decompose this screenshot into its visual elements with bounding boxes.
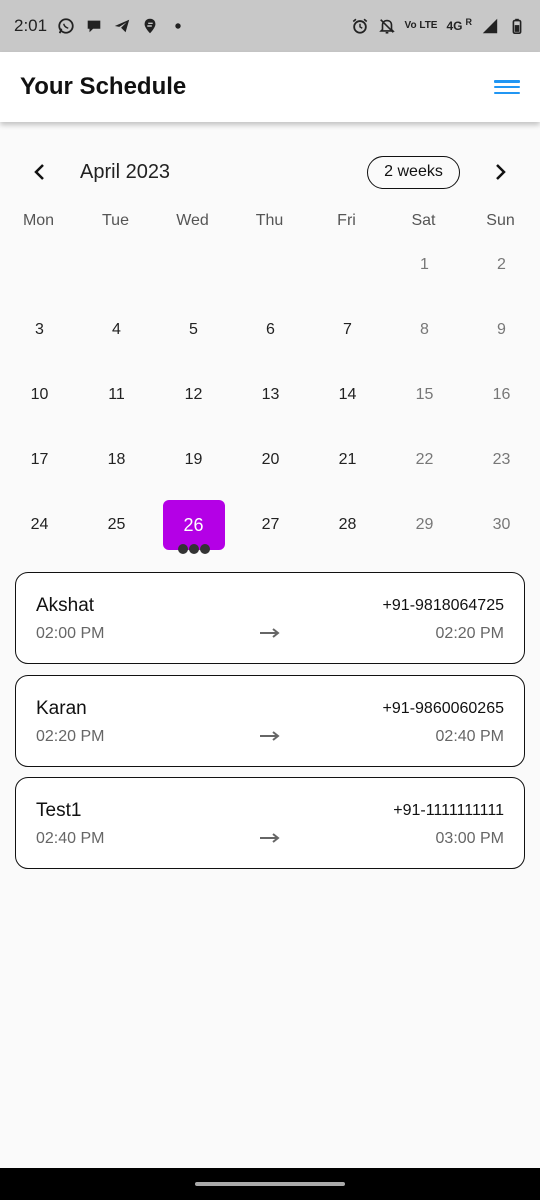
status-time: 2:01 (14, 16, 48, 35)
calendar-day[interactable]: 21 (317, 435, 379, 485)
appointment-name: Test1 (36, 800, 82, 821)
appointment-card[interactable]: Akshat +91-9818064725 02:00 PM 02:20 PM (15, 572, 525, 664)
calendar-header: April 2023 2 weeks (0, 150, 540, 194)
calendar-day[interactable]: 29 (394, 500, 456, 550)
event-marker-dot (177, 544, 188, 554)
calendar-day[interactable]: 22 (394, 435, 456, 485)
calendar-day[interactable]: 28 (317, 500, 379, 550)
calendar-day[interactable]: 19 (163, 435, 225, 485)
calendar-format-button[interactable]: 2 weeks (367, 155, 460, 189)
appointment-start-time: 02:20 PM (36, 728, 105, 745)
weekday-label: Wed (176, 212, 209, 229)
hamburger-menu-icon[interactable] (494, 77, 520, 97)
calendar-day[interactable]: 24 (9, 500, 71, 550)
event-marker-dot (199, 544, 210, 554)
month-label: April 2023 (80, 160, 171, 183)
telegram-icon (114, 19, 130, 33)
calendar-day[interactable]: 6 (240, 305, 302, 355)
chevron-left-icon[interactable] (25, 157, 55, 187)
weekday-label: Mon (22, 212, 55, 229)
weekday-label: Thu (255, 212, 284, 229)
weekday-label: Fri (337, 212, 356, 229)
calendar-day[interactable]: 9 (471, 305, 533, 355)
appointment-end-time: 03:00 PM (435, 830, 504, 847)
calendar-day[interactable]: 3 (9, 305, 71, 355)
appointment-end-time: 02:40 PM (435, 728, 504, 745)
arrow-right-icon (260, 628, 280, 638)
calendar-day[interactable]: 4 (86, 305, 148, 355)
network-type: 4G (446, 19, 463, 33)
weekday-label: Sat (411, 212, 436, 229)
calendar-day[interactable]: 18 (86, 435, 148, 485)
calendar-day[interactable]: 20 (240, 435, 302, 485)
calendar-day[interactable]: 14 (317, 370, 379, 420)
chevron-right-icon[interactable] (485, 157, 515, 187)
calendar-day[interactable]: 27 (240, 500, 302, 550)
appointment-start-time: 02:40 PM (36, 830, 105, 847)
status-bar: 2:01 Vo LTE 4G R (0, 0, 540, 52)
calendar-day[interactable]: 1 (394, 240, 456, 290)
battery-icon (512, 18, 522, 35)
swiggy-icon (144, 18, 156, 34)
calendar-day[interactable]: 17 (9, 435, 71, 485)
app-bar: Your Schedule (0, 52, 540, 122)
weekday-label: Sun (486, 212, 515, 229)
bell-off-icon (378, 19, 395, 34)
appointment-phone: +91-9818064725 (382, 597, 504, 614)
whatsapp-icon (58, 18, 74, 34)
calendar-day[interactable]: 16 (471, 370, 533, 420)
calendar-day[interactable]: 30 (471, 500, 533, 550)
appointment-start-time: 02:00 PM (36, 625, 105, 642)
alarm-icon (352, 18, 367, 34)
arrow-right-icon (260, 833, 280, 843)
system-nav-bar (0, 1168, 540, 1200)
appointment-card[interactable]: Karan +91-9860060265 02:20 PM 02:40 PM (15, 675, 525, 767)
event-marker-dot (188, 544, 199, 554)
appointment-card[interactable]: Test1 +91-1111111111 02:40 PM 03:00 PM (15, 777, 525, 869)
calendar-day[interactable]: 7 (317, 305, 379, 355)
roaming-label: R (465, 17, 473, 27)
appointment-phone: +91-1111111111 (393, 802, 504, 819)
calendar-day[interactable]: 8 (394, 305, 456, 355)
calendar-day[interactable]: 13 (240, 370, 302, 420)
event-markers (177, 544, 210, 554)
volte-label: Vo LTE (404, 20, 438, 31)
weekday-header: Mon Tue Wed Thu Fri Sat Sun (0, 212, 540, 234)
signal-icon (482, 18, 498, 34)
calendar-day[interactable]: 12 (163, 370, 225, 420)
calendar-day[interactable]: 25 (86, 500, 148, 550)
weekday-label: Tue (102, 212, 129, 229)
appointment-phone: +91-9860060265 (382, 700, 504, 717)
calendar-day[interactable]: 23 (471, 435, 533, 485)
calendar-day[interactable]: 5 (163, 305, 225, 355)
appointment-name: Akshat (36, 595, 95, 616)
home-gesture-handle[interactable] (195, 1182, 345, 1186)
calendar-day[interactable]: 15 (394, 370, 456, 420)
calendar-day-selected[interactable]: 26 (162, 500, 225, 554)
arrow-right-icon (260, 731, 280, 741)
appointment-name: Karan (36, 698, 87, 719)
chat-icon (87, 20, 101, 33)
appointment-end-time: 02:20 PM (435, 625, 504, 642)
calendar-day[interactable]: 11 (86, 370, 148, 420)
dot-icon (175, 23, 181, 29)
page-title: Your Schedule (20, 73, 187, 100)
calendar-day[interactable]: 10 (9, 370, 71, 420)
calendar-day[interactable]: 2 (471, 240, 533, 290)
